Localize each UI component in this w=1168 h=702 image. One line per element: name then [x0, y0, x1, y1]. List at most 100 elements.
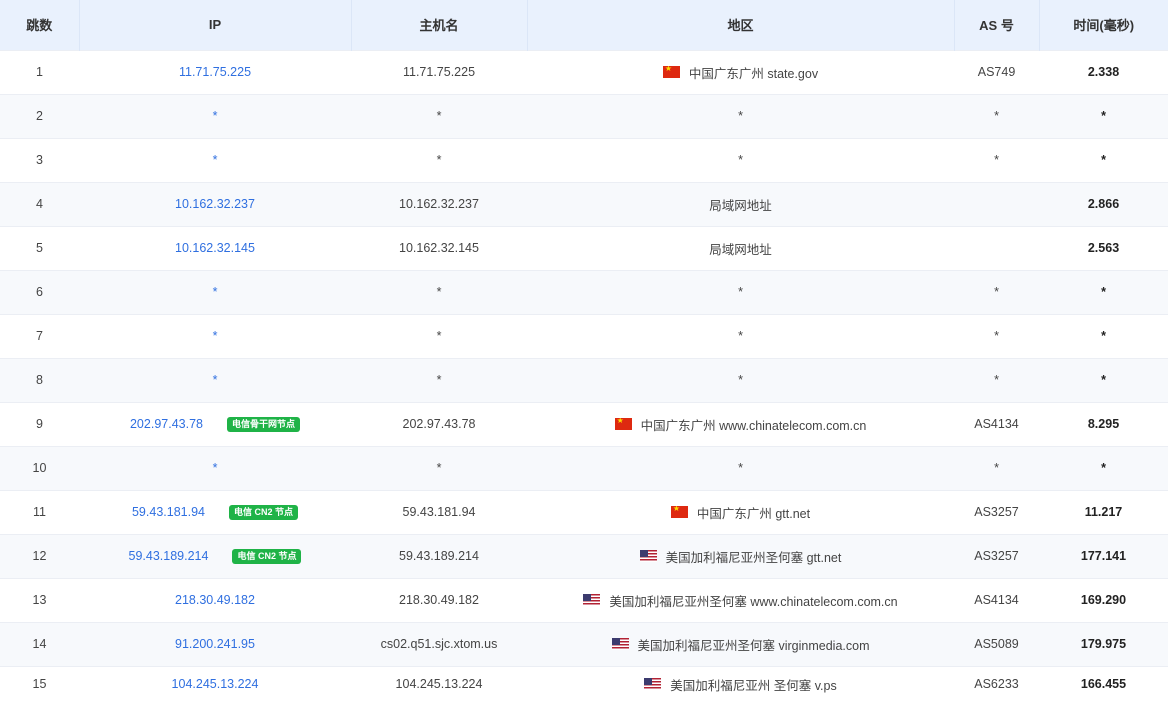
table-row: 12 59.43.189.214 电信 CN2 节点 59.43.189.214 美国加…	[0, 533, 1168, 578]
table-row: 6 * * * * *	[0, 269, 1168, 314]
region-cell: *	[527, 357, 954, 402]
region-cell: *	[527, 445, 954, 490]
header-as[interactable]: AS 号	[954, 0, 1040, 50]
region-text: *	[738, 373, 743, 387]
region-cell: 美国加利福尼亚州圣何塞 virginmedia.com	[527, 621, 954, 666]
cn-flag-icon	[670, 506, 688, 518]
region-text: *	[738, 329, 743, 343]
ip-cell: *	[79, 93, 351, 138]
table-header: 跳数 IP 主机名 地区 AS 号 时间(毫秒)	[0, 0, 1168, 50]
region-text: 中国广东广州 www.chinatelecom.com.cn	[640, 418, 867, 433]
hop-cell: 3	[0, 137, 79, 182]
hop-cell: 4	[0, 181, 79, 226]
region-cell: *	[527, 313, 954, 358]
table-row: 3 * * * * *	[0, 137, 1168, 182]
hop-cell: 13	[0, 577, 79, 622]
as-cell: *	[954, 93, 1039, 138]
cn-flag-icon	[614, 418, 632, 430]
time-cell: 166.455	[1039, 665, 1168, 702]
ip-cell: *	[79, 269, 351, 314]
time-cell: 2.866	[1039, 181, 1168, 226]
region-cell: 局域网地址	[527, 181, 954, 226]
ip-cell: 10.162.32.237	[79, 181, 351, 226]
ip-cell: *	[79, 137, 351, 182]
as-cell: *	[954, 137, 1039, 182]
ip-link[interactable]: 91.200.241.95	[175, 637, 255, 651]
table-row: 14 91.200.241.95 cs02.q51.sjc.xtom.us 美国加利福…	[0, 621, 1168, 666]
time-cell: 179.975	[1039, 621, 1168, 666]
region-text: 中国广东广州 gtt.net	[696, 506, 811, 521]
host-cell: *	[351, 137, 527, 182]
region-cell: *	[527, 269, 954, 314]
ip-link[interactable]: 10.162.32.145	[175, 241, 255, 255]
header-ip[interactable]: IP	[79, 0, 352, 50]
ip-cell: 59.43.181.94 电信 CN2 节点	[79, 489, 351, 534]
us-flag-icon	[639, 550, 657, 562]
as-cell: AS3257	[954, 489, 1039, 534]
ip-link[interactable]: 10.162.32.237	[175, 197, 255, 211]
time-cell: *	[1039, 93, 1168, 138]
ip-cell: 104.245.13.224	[79, 665, 351, 702]
host-cell: 202.97.43.78	[351, 401, 527, 446]
host-cell: *	[351, 357, 527, 402]
region-cell: 美国加利福尼亚州圣何塞 gtt.net	[527, 533, 954, 578]
header-hop[interactable]: 跳数	[0, 0, 80, 50]
host-cell: *	[351, 313, 527, 358]
ip-cell: 91.200.241.95	[79, 621, 351, 666]
ip-link[interactable]: 59.43.189.214	[129, 549, 209, 563]
hop-cell: 7	[0, 313, 79, 358]
header-time[interactable]: 时间(毫秒)	[1039, 0, 1168, 50]
ip-link[interactable]: 59.43.181.94	[132, 505, 205, 519]
us-flag-icon	[611, 638, 629, 650]
host-cell: cs02.q51.sjc.xtom.us	[351, 621, 527, 666]
region-cell: 美国加利福尼亚州 圣何塞 v.ps	[527, 665, 954, 702]
header-host[interactable]: 主机名	[351, 0, 528, 50]
as-cell: AS6233	[954, 665, 1039, 702]
host-cell: 10.162.32.145	[351, 225, 527, 270]
time-cell: 2.563	[1039, 225, 1168, 270]
time-cell: *	[1039, 269, 1168, 314]
time-cell: 2.338	[1039, 49, 1168, 94]
hop-cell: 8	[0, 357, 79, 402]
table-row: 2 * * * * *	[0, 93, 1168, 138]
ip-link[interactable]: 104.245.13.224	[172, 677, 259, 691]
ip-cell: *	[79, 357, 351, 402]
table-body: 1 11.71.75.225 11.71.75.225 中国广东广州 state.go…	[0, 49, 1168, 702]
time-cell: *	[1039, 137, 1168, 182]
region-text: *	[738, 153, 743, 167]
region-cell: 中国广东广州 gtt.net	[527, 489, 954, 534]
node-badge: 电信骨干网节点	[226, 416, 300, 432]
host-cell: *	[351, 269, 527, 314]
ip-link[interactable]: *	[213, 329, 218, 343]
time-cell: 177.141	[1039, 533, 1168, 578]
ip-link[interactable]: *	[213, 461, 218, 475]
region-cell: 局域网地址	[527, 225, 954, 270]
ip-cell: 202.97.43.78 电信骨干网节点	[79, 401, 351, 446]
as-cell	[954, 181, 1039, 226]
hop-cell: 6	[0, 269, 79, 314]
region-cell: *	[527, 137, 954, 182]
ip-link[interactable]: *	[213, 373, 218, 387]
table-row: 11 59.43.181.94 电信 CN2 节点 59.43.181.94 中国广东广…	[0, 489, 1168, 534]
hop-cell: 11	[0, 489, 79, 534]
as-cell: AS4134	[954, 577, 1039, 622]
host-cell: 59.43.189.214	[351, 533, 527, 578]
ip-link[interactable]: 218.30.49.182	[175, 593, 255, 607]
ip-link[interactable]: *	[213, 109, 218, 123]
hop-cell: 2	[0, 93, 79, 138]
as-cell	[954, 225, 1039, 270]
ip-link[interactable]: *	[213, 285, 218, 299]
host-cell: 59.43.181.94	[351, 489, 527, 534]
time-cell: 169.290	[1039, 577, 1168, 622]
ip-link[interactable]: 202.97.43.78	[130, 417, 203, 431]
node-badge: 电信 CN2 节点	[228, 504, 298, 520]
hop-cell: 15	[0, 665, 79, 702]
ip-link[interactable]: *	[213, 153, 218, 167]
time-cell: *	[1039, 357, 1168, 402]
as-cell: *	[954, 313, 1039, 358]
ip-cell: 10.162.32.145	[79, 225, 351, 270]
header-region[interactable]: 地区	[527, 0, 955, 50]
time-cell: *	[1039, 445, 1168, 490]
region-text: 美国加利福尼亚州 圣何塞 v.ps	[670, 678, 837, 693]
ip-link[interactable]: 11.71.75.225	[179, 65, 251, 79]
